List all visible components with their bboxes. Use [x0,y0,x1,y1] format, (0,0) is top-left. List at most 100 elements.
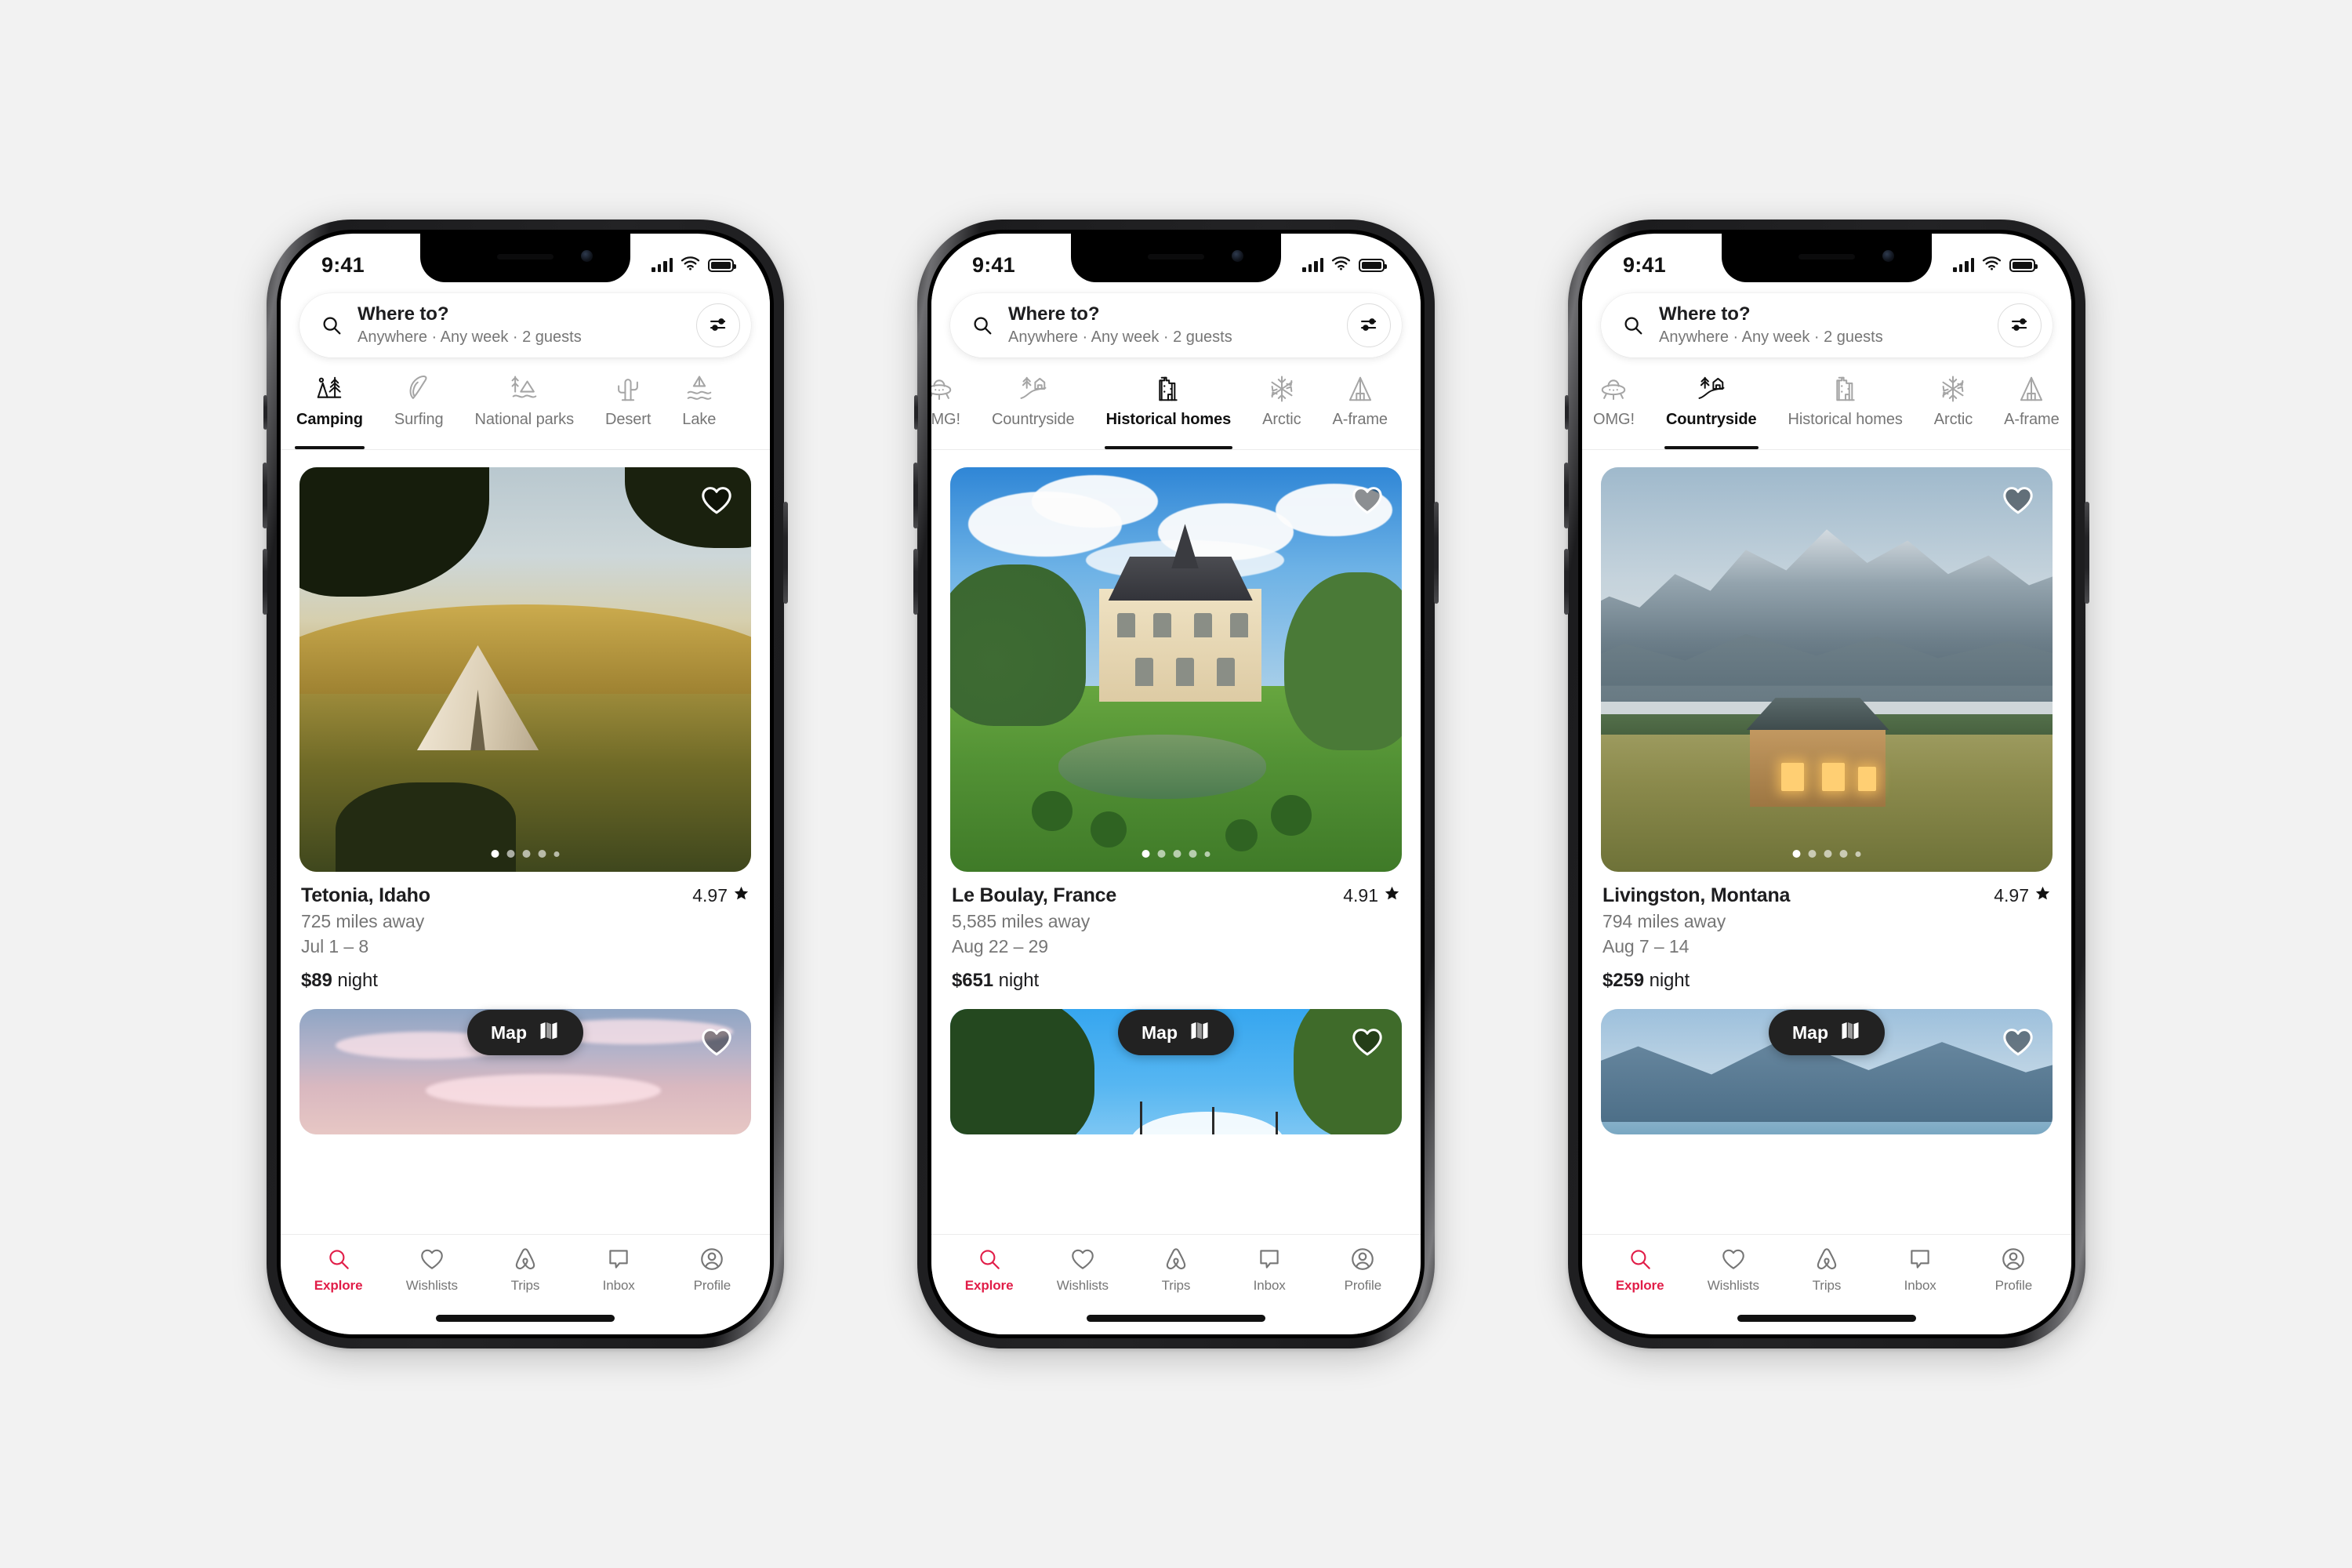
category-tab-countryside[interactable]: Countryside [1650,372,1773,449]
favorite-heart-button[interactable] [2001,1025,2035,1063]
listing-feed[interactable]: Livingston, Montana 4.97 794 miles away … [1582,450,2071,1234]
carousel-dot[interactable] [506,850,515,858]
carousel-dot[interactable] [538,850,546,858]
mute-switch[interactable] [263,395,267,430]
power-button[interactable] [1434,502,1439,604]
search-texts: Where to? Anywhere · Any week · 2 guests [358,303,696,347]
phone-screen: 9:41 Where to? Anywhere · Any week · 2 g… [1582,234,2071,1334]
listing-card[interactable]: Le Boulay, France 4.91 5,585 miles away … [950,450,1402,992]
mute-switch[interactable] [914,395,918,430]
tab-wishlists[interactable]: Wishlists [1690,1244,1777,1294]
listing-card[interactable]: Tetonia, Idaho 4.97 725 miles away Jul 1… [299,450,751,992]
carousel-dot[interactable] [1839,850,1848,858]
favorite-heart-button[interactable] [1350,1025,1385,1063]
carousel-dot[interactable] [1204,851,1210,857]
listing-photo[interactable] [1601,467,2053,872]
carousel-dot[interactable] [491,850,499,858]
category-tab-label: OMG! [1593,411,1635,428]
tab-trips[interactable]: Trips [1133,1244,1219,1294]
category-tab-surfing[interactable]: Surfing [379,372,459,449]
listing-card[interactable]: Livingston, Montana 4.97 794 miles away … [1601,450,2053,992]
phone-screen: 9:41 Where to? Anywhere · Any week · 2 g… [931,234,1421,1334]
favorite-heart-button[interactable] [699,483,734,521]
photo-carousel-dots[interactable] [491,850,560,858]
map-toggle-button[interactable]: Map [1118,1010,1234,1055]
tab-label: Wishlists [1056,1278,1109,1293]
tab-inbox[interactable]: Inbox [1226,1244,1312,1294]
tab-profile[interactable]: Profile [1319,1244,1406,1294]
tab-trips[interactable]: Trips [482,1244,568,1294]
power-button[interactable] [783,502,788,604]
volume-up-button[interactable] [913,463,918,528]
category-tab-a-frame[interactable]: A-frame [1988,372,2071,449]
message-icon [1907,1244,1933,1274]
category-tab-historical-homes[interactable]: Historical homes [1773,372,1918,449]
listing-photo[interactable] [950,467,1402,872]
carousel-dot[interactable] [1855,851,1861,857]
message-icon [1256,1244,1283,1274]
carousel-dot[interactable] [554,851,560,857]
photo-carousel-dots[interactable] [1142,850,1210,858]
tab-wishlists[interactable]: Wishlists [1040,1244,1126,1294]
carousel-dot[interactable] [522,850,531,858]
tab-profile[interactable]: Profile [1970,1244,2056,1294]
carousel-dot[interactable] [1142,850,1150,858]
search-bar[interactable]: Where to? Anywhere · Any week · 2 guests [299,293,751,358]
carousel-dot[interactable] [1792,850,1801,858]
search-bar[interactable]: Where to? Anywhere · Any week · 2 guests [950,293,1402,358]
price-amount: $259 [1602,970,1644,991]
category-tab-arctic[interactable]: Arctic [1247,372,1316,449]
carousel-dot[interactable] [1173,850,1181,858]
category-tabs[interactable]: Camping Surfing National parks Desert La… [281,368,770,450]
listing-feed[interactable]: Le Boulay, France 4.91 5,585 miles away … [931,450,1421,1234]
filter-button[interactable] [1998,303,2042,347]
carousel-dot[interactable] [1189,850,1197,858]
volume-down-button[interactable] [263,549,267,615]
filter-button[interactable] [1347,303,1391,347]
category-tabs[interactable]: OMG! Countryside Historical homes Arctic… [931,368,1421,450]
mute-switch[interactable] [1565,395,1569,430]
listing-location: Le Boulay, France [952,884,1117,906]
carousel-dot[interactable] [1824,850,1832,858]
listing-photo[interactable] [299,467,751,872]
category-tab-camping[interactable]: Camping [281,372,379,449]
volume-up-button[interactable] [263,463,267,528]
tab-inbox[interactable]: Inbox [575,1244,662,1294]
favorite-heart-button[interactable] [2001,483,2035,521]
favorite-heart-button[interactable] [1350,483,1385,521]
front-camera [1882,250,1894,262]
tab-label: Inbox [1253,1278,1286,1293]
ufo-icon [931,372,954,406]
volume-down-button[interactable] [1564,549,1569,615]
category-tab-omg[interactable]: OMG! [931,372,976,449]
tab-profile[interactable]: Profile [669,1244,755,1294]
star-icon [733,885,750,906]
listing-feed[interactable]: Tetonia, Idaho 4.97 725 miles away Jul 1… [281,450,770,1234]
category-tab-omg[interactable]: OMG! [1582,372,1650,449]
carousel-dot[interactable] [1157,850,1166,858]
photo-carousel-dots[interactable] [1792,850,1861,858]
tab-explore[interactable]: Explore [1597,1244,1683,1294]
search-bar[interactable]: Where to? Anywhere · Any week · 2 guests [1601,293,2053,358]
category-tab-national-parks[interactable]: National parks [459,372,590,449]
category-tab-desert[interactable]: Desert [590,372,666,449]
volume-up-button[interactable] [1564,463,1569,528]
category-tab-historical-homes[interactable]: Historical homes [1091,372,1247,449]
category-tab-lake[interactable]: Lake [666,372,731,449]
tab-wishlists[interactable]: Wishlists [389,1244,475,1294]
tab-explore[interactable]: Explore [946,1244,1033,1294]
power-button[interactable] [2085,502,2089,604]
filter-button[interactable] [696,303,740,347]
tab-inbox[interactable]: Inbox [1877,1244,1963,1294]
volume-down-button[interactable] [913,549,918,615]
category-tab-a-frame[interactable]: A-frame [1317,372,1403,449]
tab-explore[interactable]: Explore [296,1244,382,1294]
tab-trips[interactable]: Trips [1784,1244,1870,1294]
favorite-heart-button[interactable] [699,1025,734,1063]
category-tab-countryside[interactable]: Countryside [976,372,1091,449]
category-tab-arctic[interactable]: Arctic [1918,372,1988,449]
map-toggle-button[interactable]: Map [467,1010,583,1055]
carousel-dot[interactable] [1808,850,1817,858]
map-toggle-button[interactable]: Map [1769,1010,1885,1055]
category-tabs[interactable]: OMG! Countryside Historical homes Arctic… [1582,368,2071,450]
